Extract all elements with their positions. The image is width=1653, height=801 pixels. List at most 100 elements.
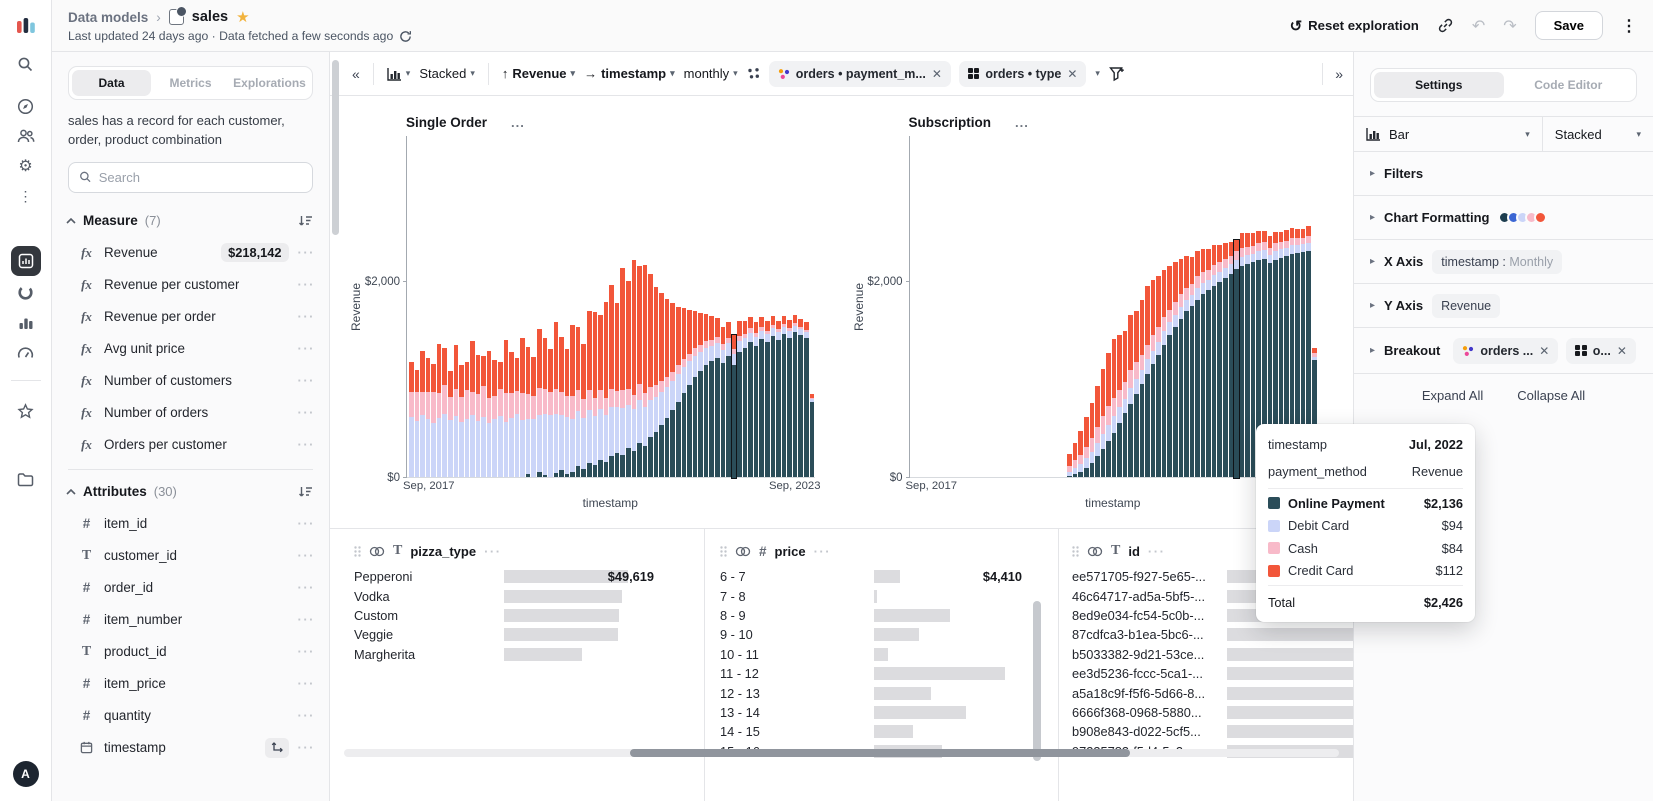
- stacked-bar[interactable]: [1123, 331, 1128, 478]
- stacked-bar[interactable]: [437, 344, 442, 478]
- bar-chart-icon[interactable]: [10, 308, 42, 336]
- stacked-bar[interactable]: [1217, 245, 1222, 478]
- measure-item[interactable]: fxAvg unit price···: [52, 333, 329, 365]
- tab-data[interactable]: Data: [72, 70, 151, 96]
- stacked-bar[interactable]: [804, 322, 809, 478]
- row-menu-icon[interactable]: ···: [298, 277, 316, 292]
- stacked-bar[interactable]: [1117, 335, 1122, 478]
- stacked-bar[interactable]: [492, 360, 497, 478]
- sort-icon[interactable]: [298, 215, 313, 227]
- breakout-chip[interactable]: orders • payment_m...✕: [769, 61, 951, 87]
- row-menu-icon[interactable]: ···: [298, 644, 316, 659]
- stacked-bar[interactable]: [415, 370, 420, 478]
- y-axis-field-pill[interactable]: Revenue: [1432, 294, 1500, 318]
- stacked-bar[interactable]: [737, 321, 742, 478]
- share-link-icon[interactable]: [1437, 17, 1454, 34]
- summary-row[interactable]: 8 - 9: [720, 606, 1022, 625]
- folder-icon[interactable]: [10, 465, 42, 493]
- summary-row[interactable]: 6 - 7$4,410: [720, 567, 1022, 586]
- row-menu-icon[interactable]: ···: [298, 516, 316, 531]
- field-menu-icon[interactable]: ···: [814, 544, 832, 559]
- remove-chip-icon[interactable]: ✕: [1539, 344, 1549, 358]
- stacked-bar[interactable]: [1206, 249, 1211, 478]
- collapse-all-link[interactable]: Collapse All: [1517, 388, 1585, 403]
- measure-item[interactable]: fxRevenue per customer···: [52, 269, 329, 301]
- remove-chip-icon[interactable]: ✕: [1067, 67, 1077, 81]
- stacked-bar[interactable]: [609, 285, 614, 478]
- field-menu-icon[interactable]: ···: [1148, 544, 1166, 559]
- stacked-bar[interactable]: [721, 327, 726, 478]
- stacked-bar[interactable]: [682, 308, 687, 478]
- stacked-bar[interactable]: [1101, 369, 1106, 478]
- attribute-item[interactable]: #order_id···: [52, 572, 329, 604]
- summary-row[interactable]: Margherita: [354, 645, 654, 664]
- attribute-item[interactable]: timestamp···: [52, 732, 329, 764]
- summary-row[interactable]: a5a18c9f-f5f6-5d66-8...: [1072, 683, 1353, 702]
- section-x-axis[interactable]: ▸ X Axis timestamp : Monthly: [1354, 240, 1653, 284]
- y-field-button[interactable]: ↑Revenue▾: [502, 66, 575, 81]
- more-options-icon[interactable]: ⋮: [10, 182, 42, 210]
- tab-code-editor[interactable]: Code Editor: [1504, 72, 1634, 98]
- stack-mode-button[interactable]: Stacked▾: [419, 66, 475, 81]
- stacked-bar[interactable]: [732, 335, 737, 478]
- stacked-bar[interactable]: [1090, 403, 1095, 478]
- summary-row[interactable]: ee3d5236-fccc-5ca1-...: [1072, 664, 1353, 683]
- stacked-bar[interactable]: [1140, 300, 1145, 478]
- tab-explorations[interactable]: Explorations: [230, 70, 309, 96]
- stacked-bar[interactable]: [587, 311, 592, 478]
- stacked-bar[interactable]: [1251, 233, 1256, 478]
- section-breakout[interactable]: ▸ Breakout orders ...✕o...✕: [1354, 328, 1653, 374]
- stacked-bar[interactable]: [615, 303, 620, 478]
- stacked-bar[interactable]: [1240, 233, 1245, 478]
- measure-item[interactable]: fxRevenue per order···: [52, 301, 329, 333]
- row-menu-icon[interactable]: ···: [298, 580, 316, 595]
- stacked-bar[interactable]: [448, 371, 453, 478]
- stacked-bar[interactable]: [1162, 270, 1167, 478]
- save-button[interactable]: Save: [1535, 11, 1603, 40]
- stacked-bar[interactable]: [765, 321, 770, 478]
- stacked-bar[interactable]: [670, 303, 675, 478]
- stacked-bar[interactable]: [498, 362, 503, 478]
- stacked-bar[interactable]: [1229, 242, 1234, 478]
- summary-row[interactable]: Veggie: [354, 625, 654, 644]
- stacked-bar[interactable]: [1128, 315, 1133, 478]
- stacked-bar[interactable]: [726, 322, 731, 478]
- stacked-bar[interactable]: [1134, 311, 1139, 478]
- stacked-bar[interactable]: [1145, 286, 1150, 478]
- stacked-bar[interactable]: [1201, 249, 1206, 478]
- summary-row[interactable]: 11 - 12: [720, 664, 1022, 683]
- stacked-bar[interactable]: [1179, 259, 1184, 478]
- axis-assignment-badge[interactable]: [265, 738, 289, 758]
- stacked-bar[interactable]: [515, 358, 520, 478]
- stacked-bar[interactable]: [1184, 256, 1189, 478]
- row-menu-icon[interactable]: ···: [298, 341, 316, 356]
- stacked-bar[interactable]: [620, 268, 625, 478]
- stacked-bar[interactable]: [676, 307, 681, 478]
- stacked-bar[interactable]: [632, 260, 637, 478]
- summary-row[interactable]: 7 - 8: [720, 586, 1022, 605]
- undo-icon[interactable]: ↶: [1472, 16, 1485, 36]
- stacked-bar[interactable]: [1078, 431, 1083, 478]
- x-axis-field-pill[interactable]: timestamp : Monthly: [1432, 250, 1562, 274]
- canvas-view-icon[interactable]: [11, 246, 41, 276]
- stacked-bar[interactable]: [759, 317, 764, 478]
- redo-icon[interactable]: ↷: [1503, 16, 1516, 36]
- stacked-bar[interactable]: [810, 394, 815, 478]
- stacked-bar[interactable]: [1245, 233, 1250, 478]
- search-box[interactable]: [68, 162, 313, 193]
- row-menu-icon[interactable]: ···: [298, 676, 316, 691]
- stacked-bar[interactable]: [654, 287, 659, 478]
- stacked-bar[interactable]: [704, 314, 709, 478]
- more-chips-icon[interactable]: ▾: [1095, 68, 1100, 79]
- stacked-bar[interactable]: [626, 281, 631, 478]
- stacked-bar[interactable]: [565, 349, 570, 478]
- chart-menu-icon[interactable]: ...: [511, 115, 525, 130]
- row-menu-icon[interactable]: ···: [298, 309, 316, 324]
- attribute-item[interactable]: #item_id···: [52, 508, 329, 540]
- header-menu-icon[interactable]: ⋮: [1621, 16, 1637, 36]
- remove-chip-icon[interactable]: ✕: [932, 67, 942, 81]
- breakout-icon[interactable]: [747, 67, 760, 80]
- row-menu-icon[interactable]: ···: [298, 245, 316, 260]
- stacked-bar[interactable]: [520, 338, 525, 478]
- breakout-chip[interactable]: o...✕: [1566, 338, 1636, 364]
